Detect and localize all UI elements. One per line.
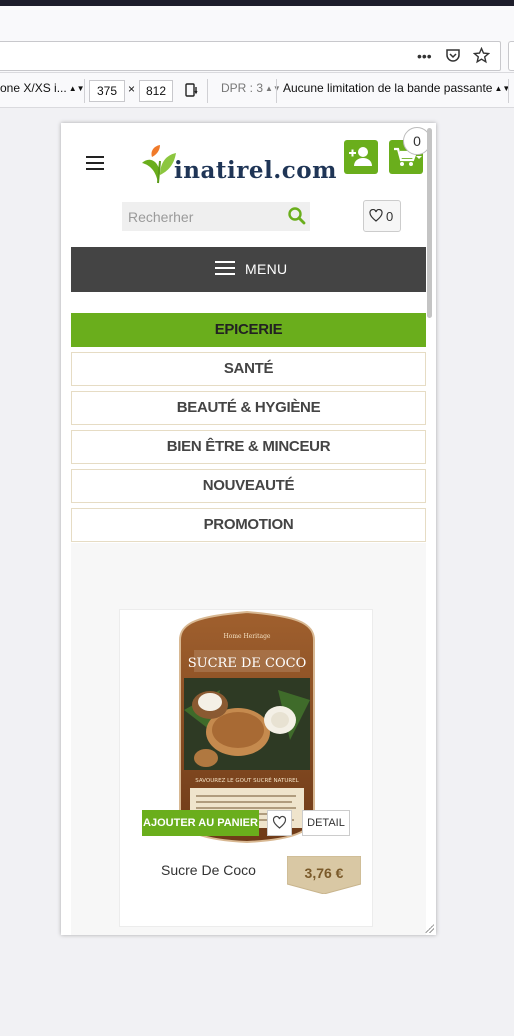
site-logo[interactable]: inatirel.com <box>138 143 336 187</box>
logo-text: inatirel.com <box>174 157 337 184</box>
search-icon[interactable] <box>287 206 307 226</box>
divider <box>276 79 277 103</box>
browser-toolbar: ••• <box>0 6 514 72</box>
category-promotion[interactable]: PROMOTION <box>71 508 426 542</box>
category-bien-etre-minceur[interactable]: BIEN ÊTRE & MINCEUR <box>71 430 426 464</box>
scrollbar-thumb[interactable] <box>427 128 432 318</box>
heart-icon <box>369 209 383 222</box>
page-actions-icon[interactable]: ••• <box>417 48 432 64</box>
add-to-cart-button[interactable]: AJOUTER AU PANIER <box>142 810 259 836</box>
category-nouveaute[interactable]: NOUVEAUTÉ <box>71 469 426 503</box>
product-label-title: SUCRE DE COCO <box>188 656 306 671</box>
responsive-design-toolbar: one X/XS i... ▲▼ 375 × 812 DPR : 3 ▲▼ Aucu… <box>0 72 514 108</box>
pocket-icon[interactable] <box>445 47 461 68</box>
product-card: Home Heritage SUCRE DE COCO SAVOUREZ LE … <box>119 609 373 927</box>
menu-toggle-bar[interactable]: MENU <box>71 247 426 292</box>
leaf-logo-icon <box>142 145 176 184</box>
url-bar[interactable]: ••• <box>0 41 501 71</box>
detail-button[interactable]: DETAIL <box>302 810 350 836</box>
dpr-label: DPR : 3 <box>221 81 264 95</box>
rotate-icon[interactable] <box>184 82 200 101</box>
add-to-wishlist-button[interactable] <box>267 810 292 836</box>
toolbar-edge <box>508 41 514 71</box>
category-epicerie[interactable]: EPICERIE <box>71 313 426 347</box>
dpr-selector[interactable]: DPR : 3 ▲▼ <box>221 81 281 95</box>
category-sante[interactable]: SANTÉ <box>71 352 426 386</box>
wishlist-button[interactable]: 0 <box>363 200 401 232</box>
device-selector[interactable]: one X/XS i... ▲▼ <box>0 81 85 95</box>
viewport-width-input[interactable]: 375 <box>89 80 125 102</box>
device-viewport: inatirel.com 0 0 MENU E <box>61 123 436 935</box>
account-button[interactable] <box>344 140 378 174</box>
search-input[interactable] <box>122 202 282 231</box>
add-user-icon <box>349 147 372 166</box>
throttle-label: Aucune limitation de la bande passante <box>283 81 493 95</box>
divider <box>508 79 509 103</box>
viewport-height-input[interactable]: 812 <box>139 80 173 102</box>
search-box <box>122 202 310 231</box>
wishlist-count: 0 <box>386 209 394 224</box>
throttle-selector[interactable]: Aucune limitation de la bande passante ▲▼ <box>283 81 510 95</box>
product-price: 3,76 € <box>304 865 344 881</box>
divider <box>207 79 208 103</box>
bookmark-star-icon[interactable] <box>472 46 491 69</box>
heart-icon <box>272 815 287 829</box>
hamburger-menu-icon[interactable] <box>86 156 104 170</box>
divider <box>84 79 85 103</box>
product-brand-text: Home Heritage <box>224 633 271 640</box>
product-tagline: SAVOUREZ LE GOUT SUCRÉ NATUREL <box>195 776 299 784</box>
resize-handle[interactable] <box>424 923 434 933</box>
category-beaute-hygiene[interactable]: BEAUTÉ & HYGIÈNE <box>71 391 426 425</box>
price-tag: 3,76 € <box>287 856 361 894</box>
dimension-separator: × <box>128 82 136 96</box>
menu-icon <box>215 261 235 275</box>
product-name[interactable]: Sucre De Coco <box>161 862 256 878</box>
device-label: one X/XS i... <box>0 81 67 95</box>
menu-label: MENU <box>245 261 288 277</box>
